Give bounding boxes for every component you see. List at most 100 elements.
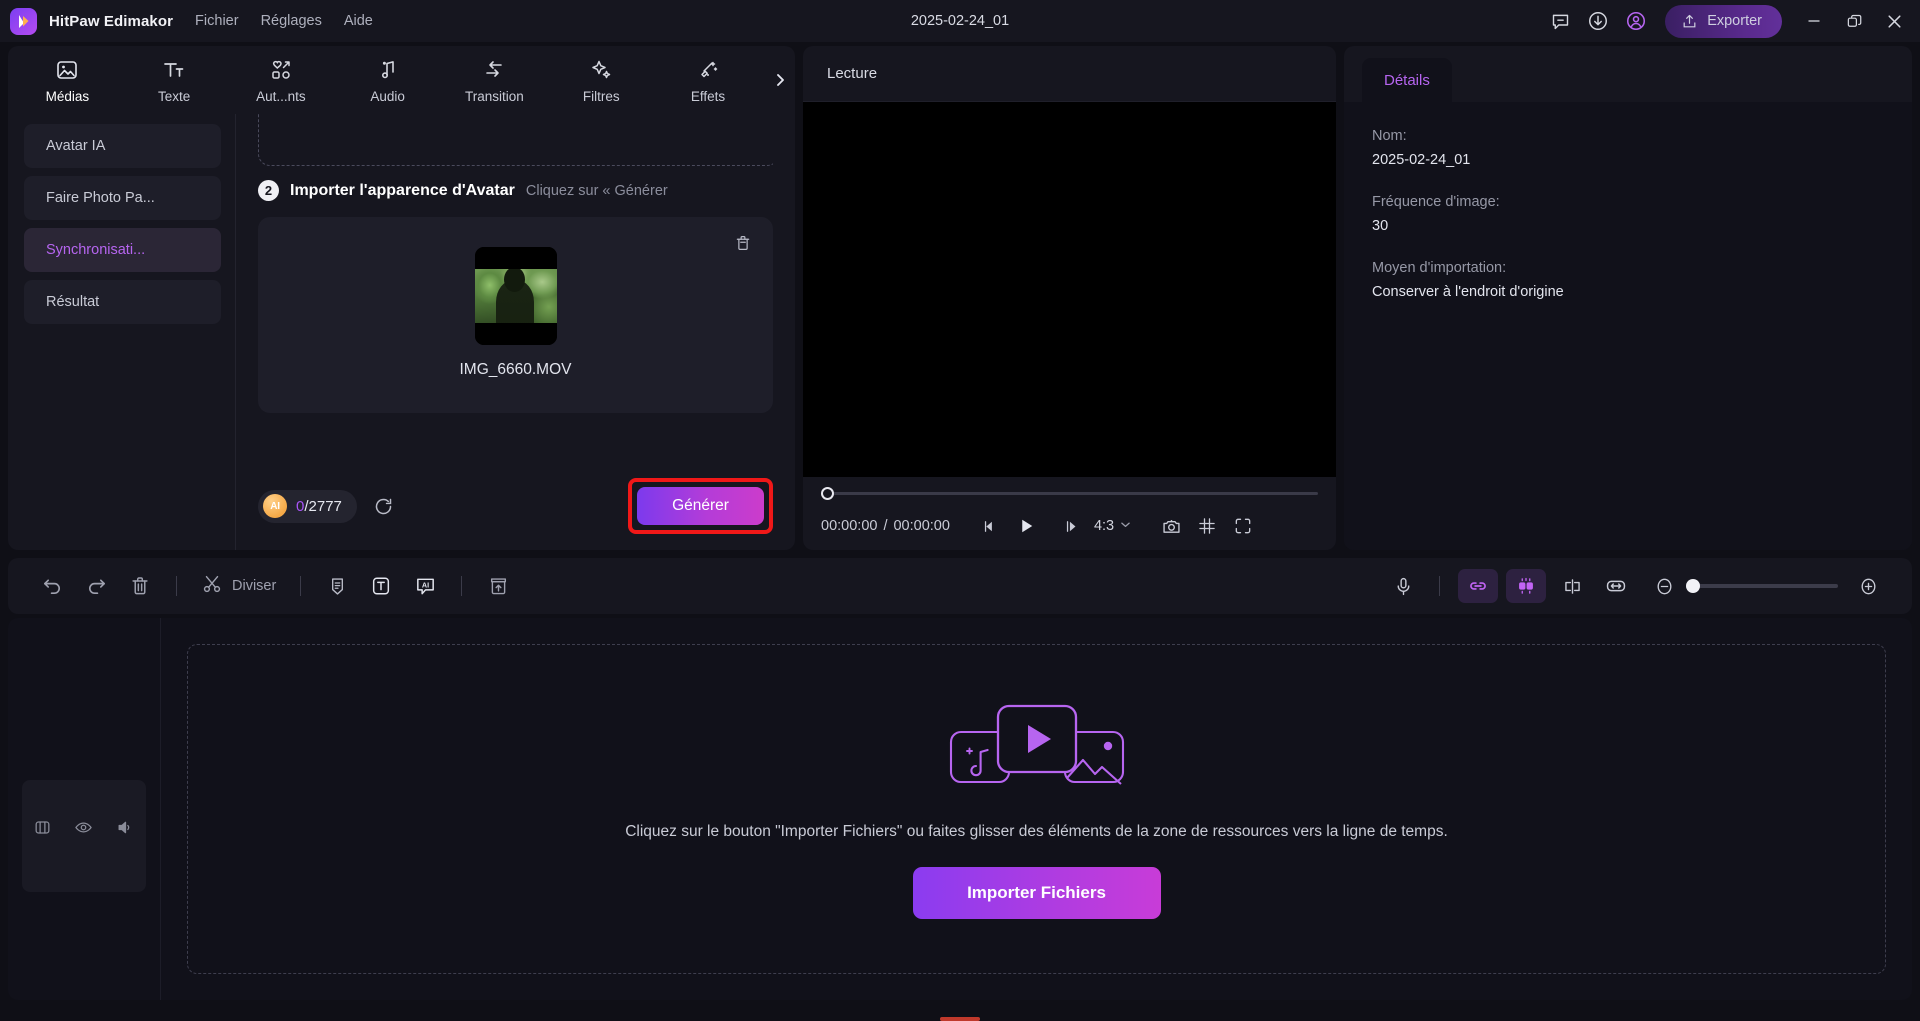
preview-stage[interactable] [803, 102, 1336, 477]
zoom-slider-track[interactable] [1686, 579, 1838, 593]
edit-toolbar-right [1381, 566, 1894, 606]
details-panel: Détails Nom: 2025-02-24_01 Fréquence d'i… [1344, 46, 1912, 550]
export-button[interactable]: Exporter [1665, 4, 1782, 38]
generate-button[interactable]: Générer [637, 487, 764, 525]
aspect-ratio-select[interactable]: 4:3 [1090, 517, 1135, 535]
generate-button-highlight: Générer [628, 478, 773, 534]
menu-fichier[interactable]: Fichier [195, 13, 239, 29]
toolbar-divider [1439, 576, 1440, 596]
link-clips-icon[interactable] [1458, 569, 1498, 603]
speaker-icon[interactable] [112, 814, 138, 840]
avatar-source-card[interactable]: IMG_6660.MOV [258, 217, 773, 413]
timeline: Cliquez sur le bouton "Importer Fichiers… [8, 618, 1912, 1000]
seek-row [803, 477, 1336, 502]
close-button[interactable] [1874, 2, 1914, 40]
marker-icon[interactable] [315, 566, 359, 606]
tab-filtres[interactable]: Filtres [548, 50, 655, 110]
play-icon[interactable] [1008, 509, 1044, 543]
avatar-filename: IMG_6660.MOV [459, 361, 572, 378]
resources-panel: Médias Texte Aut...nts Audio Transition … [8, 46, 795, 550]
tab-effets-label: Effets [690, 88, 726, 104]
track-header [8, 618, 161, 1000]
preview-time-separator: / [883, 518, 888, 534]
redo-icon[interactable] [74, 566, 118, 606]
delete-icon[interactable] [118, 566, 162, 606]
toolbar-divider [461, 576, 463, 596]
split-clip-icon[interactable] [1550, 566, 1594, 606]
sidebar-item-resultat[interactable]: Résultat [24, 280, 221, 324]
snapshot-icon[interactable] [1153, 509, 1189, 543]
tab-transition-label: Transition [465, 88, 524, 104]
window-resize-indicator [940, 1017, 980, 1021]
trash-icon[interactable] [731, 231, 755, 255]
transition-icon [482, 57, 506, 83]
zoom-in-icon[interactable] [1846, 566, 1890, 606]
fullscreen-icon[interactable] [1225, 509, 1261, 543]
resource-tabs: Médias Texte Aut...nts Audio Transition … [8, 46, 795, 114]
ai-caption-icon[interactable]: AI [403, 566, 447, 606]
elements-icon [269, 57, 293, 83]
next-frame-icon[interactable] [1054, 509, 1090, 543]
zoom-slider-handle[interactable] [1686, 579, 1700, 593]
step-title: Importer l'apparence d'Avatar [290, 181, 515, 199]
menu-reglages[interactable]: Réglages [261, 13, 322, 29]
account-icon[interactable] [1617, 2, 1655, 40]
details-value-framerate: 30 [1372, 218, 1389, 234]
sidebar-item-faire-photo-parler[interactable]: Faire Photo Pa... [24, 176, 221, 220]
app-logo-icon [10, 7, 37, 35]
tab-texte[interactable]: Texte [121, 50, 228, 110]
eye-icon[interactable] [71, 814, 97, 840]
step-hint: Cliquez sur « Générer [525, 182, 668, 199]
chevron-right-icon[interactable] [765, 50, 795, 110]
timeline-body: Cliquez sur le bouton "Importer Fichiers… [161, 618, 1912, 1000]
tab-elements[interactable]: Aut...nts [228, 50, 335, 110]
text-box-icon[interactable] [359, 566, 403, 606]
tab-effets[interactable]: Effets [655, 50, 762, 110]
details-value-import-mode: Conserver à l'endroit d'origine [1372, 284, 1564, 300]
lock-icon[interactable] [30, 814, 56, 840]
tab-audio[interactable]: Audio [334, 50, 441, 110]
sidebar-item-avatar-ia[interactable]: Avatar IA [24, 124, 221, 168]
sidebar-item-label: Résultat [46, 294, 100, 310]
audio-icon [376, 57, 400, 83]
maximize-restore-button[interactable] [1834, 2, 1874, 40]
title-bar: HitPaw Edimakor Fichier Réglages Aide 20… [0, 0, 1920, 42]
credits-counter: 0/2777 [296, 498, 342, 515]
microphone-icon[interactable] [1381, 566, 1425, 606]
undo-icon[interactable] [30, 566, 74, 606]
step-one-dropzone[interactable] [258, 114, 773, 166]
preview-controls: 00:00:00 / 00:00:00 4:3 [803, 502, 1336, 550]
grid-icon[interactable] [1189, 509, 1225, 543]
tab-details[interactable]: Détails [1362, 58, 1452, 102]
export-clip-icon[interactable] [476, 566, 520, 606]
import-files-button[interactable]: Importer Fichiers [912, 866, 1161, 919]
feedback-icon[interactable] [1541, 2, 1579, 40]
tab-elements-label: Aut...nts [256, 88, 306, 104]
fit-timeline-icon[interactable] [1594, 566, 1638, 606]
avatar-subnav: Avatar IA Faire Photo Pa... Synchronisat… [8, 114, 236, 550]
split-button[interactable]: Diviser [191, 566, 286, 606]
details-label-import-mode: Moyen d'importation: [1372, 260, 1507, 276]
app-window: HitPaw Edimakor Fichier Réglages Aide 20… [0, 0, 1920, 1021]
timeline-empty-text: Cliquez sur le bouton "Importer Fichiers… [625, 822, 1448, 840]
timeline-dropzone[interactable]: Cliquez sur le bouton "Importer Fichiers… [187, 644, 1886, 974]
download-icon[interactable] [1579, 2, 1617, 40]
zoom-out-icon[interactable] [1642, 566, 1686, 606]
filters-icon [589, 57, 613, 83]
tab-medias[interactable]: Médias [14, 50, 121, 110]
magnet-snap-icon[interactable] [1506, 569, 1546, 603]
minimize-button[interactable] [1794, 2, 1834, 40]
preview-current-time: 00:00:00 [821, 518, 878, 534]
tab-filtres-label: Filtres [582, 88, 620, 104]
seek-handle[interactable] [821, 486, 834, 500]
menu-aide[interactable]: Aide [344, 13, 373, 29]
prev-frame-icon[interactable] [972, 509, 1008, 543]
sidebar-item-label: Faire Photo Pa... [46, 190, 155, 206]
tab-transition[interactable]: Transition [441, 50, 548, 110]
sidebar-item-synchronisation[interactable]: Synchronisati... [24, 228, 221, 272]
toolbar-divider [300, 576, 302, 596]
refresh-icon[interactable] [371, 493, 397, 519]
split-button-label: Diviser [232, 578, 277, 594]
seek-bar[interactable] [821, 486, 1318, 500]
credits-total: /2777 [304, 497, 342, 515]
